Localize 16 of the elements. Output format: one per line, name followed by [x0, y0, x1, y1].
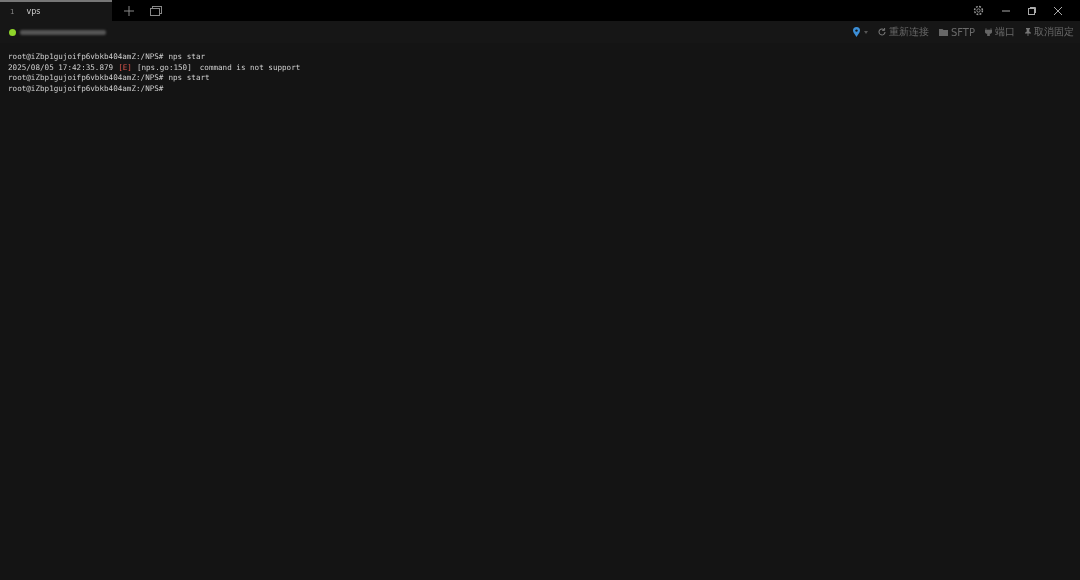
restore-icon[interactable]	[1028, 6, 1036, 15]
folder-icon	[938, 28, 948, 36]
port-button[interactable]: 端口	[985, 25, 1015, 39]
minimize-icon[interactable]	[1002, 9, 1010, 12]
location-button[interactable]	[851, 26, 868, 38]
reconnect-button[interactable]: 重新连接	[877, 25, 929, 39]
pin-icon	[1025, 28, 1031, 36]
caret-icon	[863, 30, 868, 34]
new-tab-icon[interactable]	[124, 5, 134, 16]
folder-button[interactable]: SFTP	[938, 26, 975, 38]
refresh-icon	[877, 28, 886, 36]
pin-button[interactable]: 取消固定	[1025, 25, 1074, 39]
settings-icon[interactable]	[973, 5, 984, 16]
windows-icon[interactable]	[150, 5, 162, 16]
close-icon[interactable]	[1054, 6, 1062, 15]
plug-icon	[985, 28, 992, 36]
